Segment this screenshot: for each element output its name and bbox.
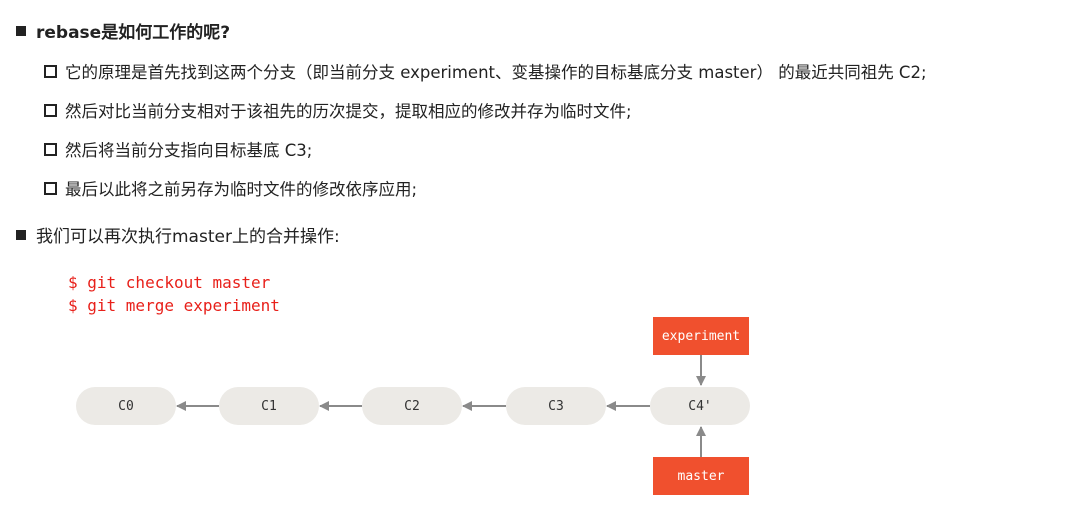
commit-node-c1: C1: [219, 387, 319, 425]
branch-experiment: experiment: [653, 317, 749, 355]
diagram-arrows: [176, 355, 706, 457]
branch-master: master: [653, 457, 749, 495]
commit-node-c3: C3: [506, 387, 606, 425]
commit-node-c4-prime: C4': [650, 387, 750, 425]
commit-node-c0: C0: [76, 387, 176, 425]
commit-node-c2: C2: [362, 387, 462, 425]
